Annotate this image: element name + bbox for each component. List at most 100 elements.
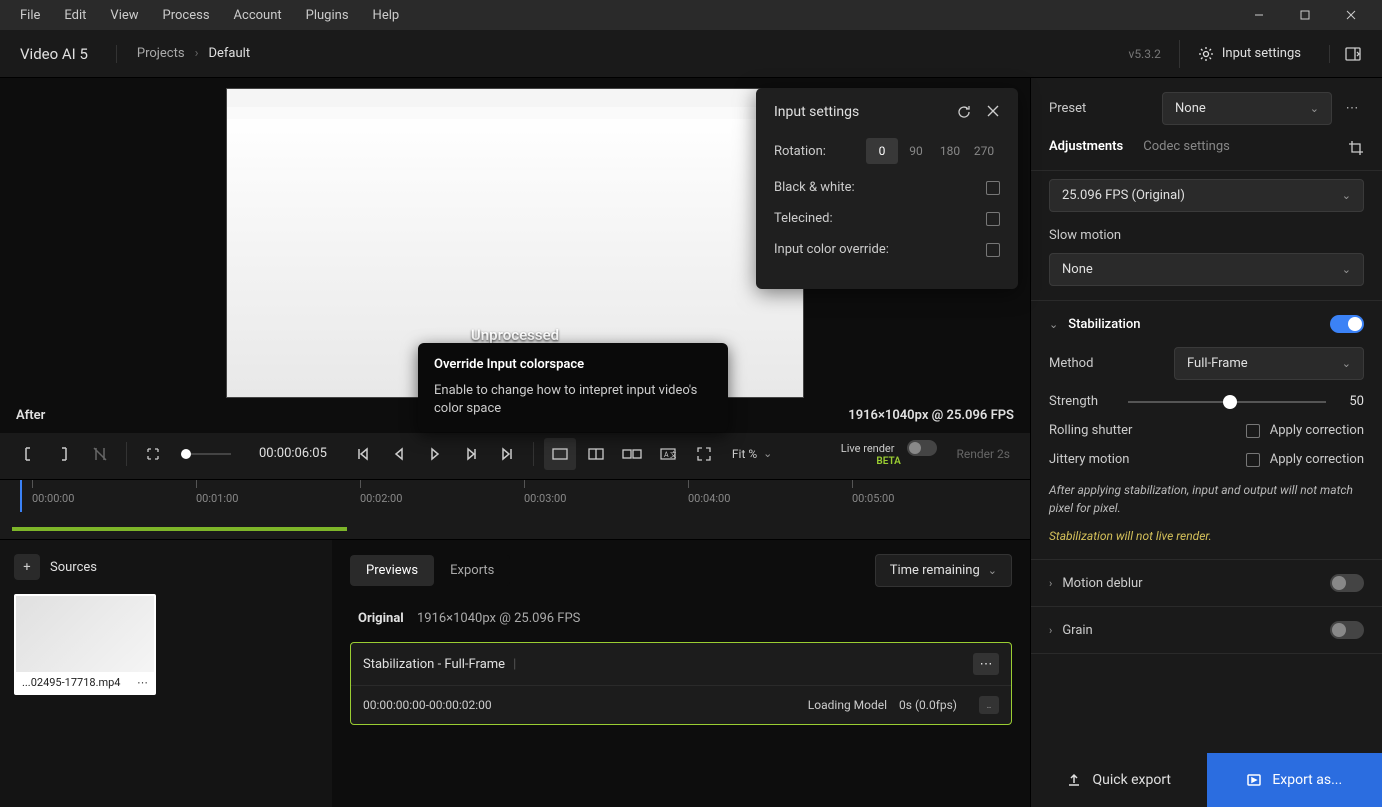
- view-side-button[interactable]: [616, 438, 648, 470]
- gear-icon: [1198, 46, 1214, 62]
- bw-label: Black & white:: [774, 180, 855, 195]
- slowmo-select[interactable]: None ⌄: [1049, 253, 1364, 286]
- thumbnail-filename: ...02495-17718.mp4: [22, 676, 120, 689]
- color-override-label: Input color override:: [774, 242, 889, 257]
- mark-in-button[interactable]: [12, 438, 44, 470]
- quick-export-button[interactable]: Quick export: [1031, 753, 1207, 807]
- time-remaining-dropdown[interactable]: Time remaining ⌄: [875, 554, 1012, 587]
- zoom-region-button[interactable]: [137, 438, 169, 470]
- render-button[interactable]: Render 2s: [957, 447, 1011, 461]
- tab-previews[interactable]: Previews: [350, 555, 434, 586]
- stabilization-toggle[interactable]: [1330, 315, 1364, 333]
- next-clip-button[interactable]: [491, 438, 523, 470]
- motion-deblur-toggle[interactable]: [1330, 574, 1364, 592]
- chevron-down-icon[interactable]: ⌄: [1049, 318, 1058, 331]
- tooltip-desc: Enable to change how to intepret input v…: [434, 382, 712, 418]
- tick-3: 00:03:00: [524, 492, 566, 505]
- slowmo-label: Slow motion: [1049, 228, 1364, 243]
- previews-panel: Previews Exports Time remaining ⌄ Origin…: [332, 540, 1030, 807]
- bw-checkbox[interactable]: [986, 181, 1000, 195]
- source-thumbnail[interactable]: ...02495-17718.mp4 ⋯: [14, 594, 156, 695]
- fps-select[interactable]: 25.096 FPS (Original) ⌄: [1049, 179, 1364, 212]
- rolling-checkbox[interactable]: [1246, 424, 1260, 438]
- rotation-270[interactable]: 270: [968, 138, 1000, 164]
- chevron-right-icon[interactable]: ›: [1049, 624, 1052, 637]
- refresh-icon[interactable]: [956, 104, 972, 120]
- more-icon[interactable]: ⋯: [137, 676, 148, 689]
- input-settings-button[interactable]: Input settings: [1179, 40, 1311, 68]
- breadcrumb-projects[interactable]: Projects: [137, 46, 185, 61]
- tab-adjustments[interactable]: Adjustments: [1049, 139, 1123, 156]
- job-action-button[interactable]: ‥: [979, 696, 999, 714]
- tick-0: 00:00:00: [32, 492, 74, 505]
- menu-file[interactable]: File: [8, 2, 52, 29]
- clear-marks-button[interactable]: [84, 438, 116, 470]
- strength-slider[interactable]: [1128, 401, 1326, 403]
- telecined-label: Telecined:: [774, 211, 833, 226]
- thumbnail-image: [16, 596, 154, 672]
- prev-clip-button[interactable]: [347, 438, 379, 470]
- prev-frame-button[interactable]: [383, 438, 415, 470]
- export-icon: [1246, 772, 1262, 788]
- menu-account[interactable]: Account: [222, 2, 294, 29]
- maximize-button[interactable]: [1282, 0, 1328, 30]
- telecined-checkbox[interactable]: [986, 212, 1000, 226]
- menu-edit[interactable]: Edit: [52, 2, 98, 29]
- chevron-down-icon: ⌄: [1342, 263, 1351, 276]
- chevron-down-icon: ⌄: [988, 564, 997, 577]
- original-label: Original: [358, 611, 404, 626]
- tab-exports[interactable]: Exports: [434, 555, 510, 586]
- job-title: Stabilization - Full-Frame: [363, 657, 505, 672]
- mark-out-button[interactable]: [48, 438, 80, 470]
- rotation-options: 0 90 180 270: [866, 138, 1000, 164]
- rotation-0[interactable]: 0: [866, 138, 898, 164]
- jittery-label: Jittery motion: [1049, 452, 1129, 467]
- svg-text:A: A: [664, 451, 669, 459]
- preset-select[interactable]: None ⌄: [1162, 92, 1332, 125]
- menu-process[interactable]: Process: [151, 2, 222, 29]
- live-render-label: Live render: [841, 442, 895, 455]
- preview-area: Unprocessed Override Input colorspace En…: [0, 78, 1030, 427]
- svg-text:文: 文: [670, 450, 676, 459]
- add-source-button[interactable]: +: [14, 554, 40, 580]
- strength-label: Strength: [1049, 394, 1098, 409]
- export-as-button[interactable]: Export as...: [1207, 753, 1382, 807]
- view-single-button[interactable]: [544, 438, 576, 470]
- fullscreen-button[interactable]: [688, 438, 720, 470]
- panel-toggle-button[interactable]: [1329, 45, 1362, 63]
- tab-codec-settings[interactable]: Codec settings: [1143, 139, 1230, 156]
- apply-correction-label-2: Apply correction: [1270, 452, 1364, 467]
- close-button[interactable]: [1328, 0, 1374, 30]
- isp-title: Input settings: [774, 104, 859, 120]
- compare-ab-button[interactable]: A文: [652, 438, 684, 470]
- close-icon[interactable]: [986, 104, 1000, 120]
- header: Video AI 5 Projects › Default v5.3.2 Inp…: [0, 30, 1382, 78]
- live-render-toggle[interactable]: [907, 440, 937, 456]
- strength-value: 50: [1340, 394, 1364, 409]
- job-card[interactable]: Stabilization - Full-Frame | ⋯ 00:00:00:…: [350, 642, 1012, 725]
- chevron-down-icon: ⌄: [1342, 189, 1351, 202]
- menu-help[interactable]: Help: [361, 2, 412, 29]
- job-menu-button[interactable]: ⋯: [973, 653, 999, 675]
- play-button[interactable]: [419, 438, 451, 470]
- chevron-right-icon[interactable]: ›: [1049, 577, 1052, 590]
- method-select[interactable]: Full-Frame ⌄: [1174, 347, 1364, 380]
- mini-playhead[interactable]: [181, 453, 231, 455]
- chevron-down-icon: ⌄: [1342, 357, 1351, 370]
- rotation-180[interactable]: 180: [934, 138, 966, 164]
- fit-dropdown[interactable]: Fit % ⌄: [724, 447, 780, 461]
- view-split-button[interactable]: [580, 438, 612, 470]
- color-override-checkbox[interactable]: [986, 243, 1000, 257]
- menu-view[interactable]: View: [98, 2, 150, 29]
- grain-toggle[interactable]: [1330, 621, 1364, 639]
- jittery-checkbox[interactable]: [1246, 453, 1260, 467]
- crop-icon[interactable]: [1348, 140, 1364, 156]
- timeline[interactable]: 00:00:00 00:01:00 00:02:00 00:03:00 00:0…: [0, 479, 1030, 539]
- minimize-button[interactable]: [1236, 0, 1282, 30]
- chevron-down-icon: ⌄: [763, 447, 772, 460]
- preset-more-button[interactable]: ⋯: [1340, 97, 1364, 121]
- timecode: 00:00:06:05: [243, 446, 343, 461]
- next-frame-button[interactable]: [455, 438, 487, 470]
- rotation-90[interactable]: 90: [900, 138, 932, 164]
- menu-plugins[interactable]: Plugins: [294, 2, 361, 29]
